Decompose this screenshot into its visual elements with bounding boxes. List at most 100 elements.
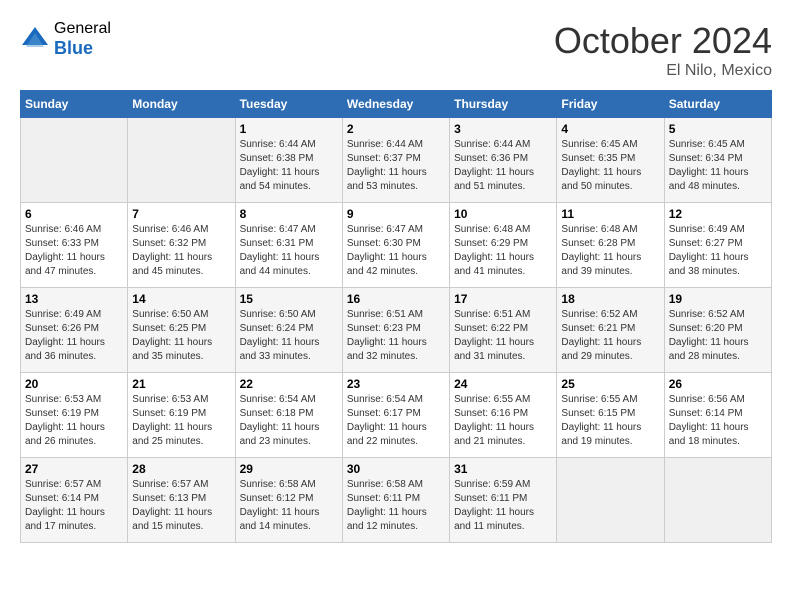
cell-content: Sunrise: 6:55 AMSunset: 6:15 PMDaylight:… (561, 393, 659, 449)
cell-content: Sunrise: 6:44 AMSunset: 6:37 PMDaylight:… (347, 138, 445, 194)
day-number: 8 (240, 207, 338, 221)
cell-content: Sunrise: 6:49 AMSunset: 6:27 PMDaylight:… (669, 223, 767, 279)
calendar-cell: 8 Sunrise: 6:47 AMSunset: 6:31 PMDaylight… (235, 203, 342, 288)
calendar-cell (557, 458, 664, 543)
cell-content: Sunrise: 6:54 AMSunset: 6:18 PMDaylight:… (240, 393, 338, 449)
day-number: 3 (454, 122, 552, 136)
day-number: 12 (669, 207, 767, 221)
week-row-0: 1Sunrise: 6:44 AMSunset: 6:38 PMDaylight… (21, 118, 772, 203)
calendar-cell: 22 Sunrise: 6:54 AMSunset: 6:18 PMDayligh… (235, 373, 342, 458)
day-number: 25 (561, 377, 659, 391)
weekday-header-saturday: Saturday (664, 91, 771, 118)
calendar-cell: 15Sunrise: 6:50 AMSunset: 6:24 PMDayligh… (235, 288, 342, 373)
day-number: 24 (454, 377, 552, 391)
cell-content: Sunrise: 6:53 AMSunset: 6:19 PMDaylight:… (132, 393, 230, 449)
calendar-table: SundayMondayTuesdayWednesdayThursdayFrid… (20, 90, 772, 543)
weekday-row: SundayMondayTuesdayWednesdayThursdayFrid… (21, 91, 772, 118)
calendar-cell: 2 Sunrise: 6:44 AMSunset: 6:37 PMDaylight… (342, 118, 449, 203)
cell-content: Sunrise: 6:52 AMSunset: 6:21 PMDaylight:… (561, 308, 659, 364)
day-number: 14 (132, 292, 230, 306)
calendar-cell: 29 Sunrise: 6:58 AMSunset: 6:12 PMDayligh… (235, 458, 342, 543)
day-number: 27 (25, 462, 123, 476)
cell-content: Sunrise: 6:55 AMSunset: 6:16 PMDaylight:… (454, 393, 552, 449)
day-number: 20 (25, 377, 123, 391)
day-number: 31 (454, 462, 552, 476)
calendar-cell: 10 Sunrise: 6:48 AMSunset: 6:29 PMDayligh… (450, 203, 557, 288)
calendar-cell (21, 118, 128, 203)
day-number: 26 (669, 377, 767, 391)
page-header: General Blue October 2024 El Nilo, Mexic… (20, 20, 772, 80)
cell-content: Sunrise: 6:46 AMSunset: 6:33 PMDaylight:… (25, 223, 123, 279)
day-number: 6 (25, 207, 123, 221)
calendar-cell: 31 Sunrise: 6:59 AMSunset: 6:11 PMDayligh… (450, 458, 557, 543)
calendar-cell: 26 Sunrise: 6:56 AMSunset: 6:14 PMDayligh… (664, 373, 771, 458)
day-number: 9 (347, 207, 445, 221)
week-row-3: 20 Sunrise: 6:53 AMSunset: 6:19 PMDayligh… (21, 373, 772, 458)
weekday-header-thursday: Thursday (450, 91, 557, 118)
calendar-cell: 17 Sunrise: 6:51 AMSunset: 6:22 PMDayligh… (450, 288, 557, 373)
calendar-cell: 11 Sunrise: 6:48 AMSunset: 6:28 PMDayligh… (557, 203, 664, 288)
cell-content: Sunrise: 6:58 AMSunset: 6:12 PMDaylight:… (240, 478, 338, 534)
location-subtitle: El Nilo, Mexico (554, 62, 772, 80)
cell-content: Sunrise: 6:48 AMSunset: 6:28 PMDaylight:… (561, 223, 659, 279)
day-number: 23 (347, 377, 445, 391)
cell-content: Sunrise: 6:53 AMSunset: 6:19 PMDaylight:… (25, 393, 123, 449)
logo-icon (20, 25, 50, 55)
cell-content: Sunrise: 6:44 AMSunset: 6:36 PMDaylight:… (454, 138, 552, 194)
day-number: 30 (347, 462, 445, 476)
day-number: 18 (561, 292, 659, 306)
cell-content: Sunrise: 6:52 AMSunset: 6:20 PMDaylight:… (669, 308, 767, 364)
cell-content: Sunrise: 6:59 AMSunset: 6:11 PMDaylight:… (454, 478, 552, 534)
cell-content: Sunrise: 6:56 AMSunset: 6:14 PMDaylight:… (669, 393, 767, 449)
day-number: 1 (240, 122, 338, 136)
cell-content: Sunrise: 6:45 AMSunset: 6:35 PMDaylight:… (561, 138, 659, 194)
calendar-cell (128, 118, 235, 203)
day-number: 13 (25, 292, 123, 306)
cell-content: Sunrise: 6:58 AMSunset: 6:11 PMDaylight:… (347, 478, 445, 534)
cell-content: Sunrise: 6:45 AMSunset: 6:34 PMDaylight:… (669, 138, 767, 194)
calendar-cell: 30 Sunrise: 6:58 AMSunset: 6:11 PMDayligh… (342, 458, 449, 543)
day-number: 21 (132, 377, 230, 391)
day-number: 2 (347, 122, 445, 136)
calendar-cell: 3 Sunrise: 6:44 AMSunset: 6:36 PMDaylight… (450, 118, 557, 203)
cell-content: Sunrise: 6:47 AMSunset: 6:31 PMDaylight:… (240, 223, 338, 279)
weekday-header-sunday: Sunday (21, 91, 128, 118)
day-number: 4 (561, 122, 659, 136)
calendar-cell: 13 Sunrise: 6:49 AMSunset: 6:26 PMDayligh… (21, 288, 128, 373)
calendar-cell: 4 Sunrise: 6:45 AMSunset: 6:35 PMDaylight… (557, 118, 664, 203)
week-row-2: 13 Sunrise: 6:49 AMSunset: 6:26 PMDayligh… (21, 288, 772, 373)
day-number: 16 (347, 292, 445, 306)
day-number: 10 (454, 207, 552, 221)
cell-content: Sunrise: 6:51 AMSunset: 6:23 PMDaylight:… (347, 308, 445, 364)
calendar-body: 1Sunrise: 6:44 AMSunset: 6:38 PMDaylight… (21, 118, 772, 543)
calendar-cell: 16 Sunrise: 6:51 AMSunset: 6:23 PMDayligh… (342, 288, 449, 373)
day-number: 11 (561, 207, 659, 221)
weekday-header-tuesday: Tuesday (235, 91, 342, 118)
day-number: 17 (454, 292, 552, 306)
cell-content: Sunrise: 6:46 AMSunset: 6:32 PMDaylight:… (132, 223, 230, 279)
day-number: 22 (240, 377, 338, 391)
calendar-cell: 7 Sunrise: 6:46 AMSunset: 6:32 PMDaylight… (128, 203, 235, 288)
cell-content: Sunrise: 6:48 AMSunset: 6:29 PMDaylight:… (454, 223, 552, 279)
weekday-header-wednesday: Wednesday (342, 91, 449, 118)
calendar-cell: 27 Sunrise: 6:57 AMSunset: 6:14 PMDayligh… (21, 458, 128, 543)
cell-content: Sunrise: 6:57 AMSunset: 6:14 PMDaylight:… (25, 478, 123, 534)
calendar-cell: 18 Sunrise: 6:52 AMSunset: 6:21 PMDayligh… (557, 288, 664, 373)
cell-content: Sunrise: 6:51 AMSunset: 6:22 PMDaylight:… (454, 308, 552, 364)
weekday-header-friday: Friday (557, 91, 664, 118)
cell-content: Sunrise: 6:50 AMSunset: 6:24 PMDaylight:… (240, 308, 338, 364)
cell-content: Sunrise: 6:49 AMSunset: 6:26 PMDaylight:… (25, 308, 123, 364)
logo-general: General (54, 20, 111, 38)
calendar-cell: 25 Sunrise: 6:55 AMSunset: 6:15 PMDayligh… (557, 373, 664, 458)
title-block: October 2024 El Nilo, Mexico (554, 20, 772, 80)
calendar-cell: 24 Sunrise: 6:55 AMSunset: 6:16 PMDayligh… (450, 373, 557, 458)
calendar-cell: 1Sunrise: 6:44 AMSunset: 6:38 PMDaylight… (235, 118, 342, 203)
day-number: 28 (132, 462, 230, 476)
calendar-cell: 28Sunrise: 6:57 AMSunset: 6:13 PMDayligh… (128, 458, 235, 543)
calendar-cell: 6 Sunrise: 6:46 AMSunset: 6:33 PMDaylight… (21, 203, 128, 288)
day-number: 29 (240, 462, 338, 476)
day-number: 19 (669, 292, 767, 306)
month-title: October 2024 (554, 20, 772, 62)
day-number: 7 (132, 207, 230, 221)
calendar-cell: 5Sunrise: 6:45 AMSunset: 6:34 PMDaylight… (664, 118, 771, 203)
